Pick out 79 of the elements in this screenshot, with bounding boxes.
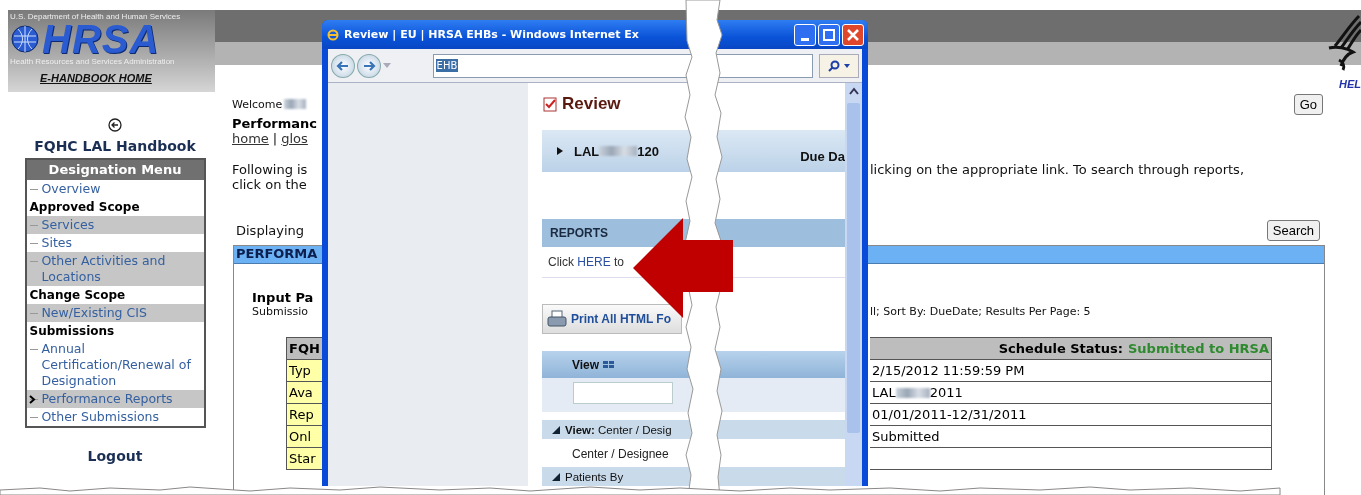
page-title: Performanc (232, 116, 319, 131)
group-label: Patients By (565, 470, 624, 483)
go-button[interactable]: Go (1293, 93, 1323, 115)
table-cell: Rep (286, 403, 322, 426)
menu-item[interactable]: Performance Reports (26, 390, 204, 408)
link-separator: | (272, 131, 278, 146)
review-heading: Review (562, 94, 621, 114)
handbook-title: FQHC LAL Handbook (34, 138, 196, 154)
input-params-text: ll; Sort By: DueDate; Results Per Page: 5 (870, 305, 1092, 318)
record-id: LAL (574, 143, 600, 159)
agency-name: U.S. Department of Health and Human Services (10, 12, 182, 21)
view-filter-field[interactable] (573, 382, 673, 404)
input-params-text: Submissio (251, 305, 309, 318)
forward-button[interactable] (356, 53, 381, 78)
window-title: Review | EU | HRSA EHBs - Windows Internet Ex (344, 28, 640, 42)
panel-title: PERFORMA (235, 246, 319, 261)
logo-text: HRSA (42, 21, 160, 57)
table-cell: Star (286, 447, 322, 470)
right-arrow-icon (361, 59, 376, 72)
group-header[interactable]: Patients By (542, 467, 845, 486)
menu-item[interactable]: Other Activities and Locations (26, 252, 204, 286)
grid-icon (603, 360, 616, 369)
minimize-icon (801, 38, 809, 42)
home-link[interactable]: home (232, 131, 269, 146)
search-button[interactable] (819, 53, 859, 78)
reports-title: REPORTS (550, 226, 608, 240)
help-link[interactable]: HEL (1339, 78, 1361, 90)
menu-title: Designation Menu (26, 160, 204, 180)
left-arrow-icon (335, 59, 350, 72)
collapse-triangle-icon[interactable] (552, 425, 560, 434)
intro-text: Following is (232, 162, 309, 177)
print-button[interactable]: Print All HTML Fo (542, 304, 682, 334)
globe-icon (10, 24, 40, 54)
menu-item[interactable]: New/Existing CIS (26, 304, 204, 322)
close-icon (847, 28, 859, 41)
table-cell: Submitted (870, 425, 1272, 448)
due-date-label: Due Da (800, 148, 845, 164)
clipboard-check-icon (542, 96, 558, 112)
browser-logo-icon (326, 27, 340, 42)
back-button[interactable] (331, 53, 355, 78)
group-header[interactable]: View: Center / Desig (542, 420, 845, 439)
table-cell: Typ (286, 359, 322, 382)
triangle-right-icon (556, 146, 564, 156)
table-header-cell: FQH (286, 337, 322, 360)
table-cell: LAL 2011 (870, 381, 1272, 404)
home-link[interactable]: E-HANDBOOK HOME (40, 72, 215, 84)
here-link[interactable]: HERE (577, 255, 611, 269)
view-title: View (572, 357, 616, 372)
intro-text: licking on the appropriate link. To search through reports, (870, 162, 1246, 177)
close-button[interactable] (842, 23, 864, 46)
menu-item[interactable]: Services (26, 216, 204, 234)
table-cell: Onl (286, 425, 322, 448)
group-item[interactable]: Center / Designee (542, 439, 845, 461)
glossary-link[interactable]: glos (281, 131, 308, 146)
redacted-block (599, 146, 638, 156)
caret-icon (844, 63, 851, 68)
collapse-triangle-icon[interactable] (552, 472, 560, 481)
maximize-button[interactable] (818, 23, 840, 46)
displaying-text: Displaying (235, 223, 306, 238)
address-field[interactable]: EHB (432, 53, 814, 78)
intro-text: click on the (232, 177, 308, 192)
table-cell: 2/15/2012 11:59:59 PM (870, 359, 1272, 382)
back-arrow-icon[interactable] (108, 118, 122, 132)
input-title: Input Pa (251, 290, 315, 305)
minimize-button[interactable] (794, 23, 816, 46)
scroll-thumb[interactable] (847, 103, 860, 433)
redacted-block (284, 99, 307, 109)
table-cell: 01/01/2011-12/31/2011 (870, 403, 1272, 426)
maximize-icon (823, 28, 835, 41)
scroll-up-icon[interactable] (848, 87, 859, 95)
table-cell: Ava (286, 381, 322, 404)
group-label: View: Center / Desig (565, 423, 672, 436)
search-icon (828, 59, 841, 72)
record-id-suffix: 120 (637, 143, 659, 159)
welcome-text: Welcome (232, 97, 283, 111)
logout-link[interactable]: Logout (87, 448, 143, 464)
search-button[interactable]: Search (1266, 220, 1320, 241)
printer-icon (547, 310, 567, 328)
table-header-cell: Schedule Status: Submitted to HRSA (870, 337, 1272, 360)
